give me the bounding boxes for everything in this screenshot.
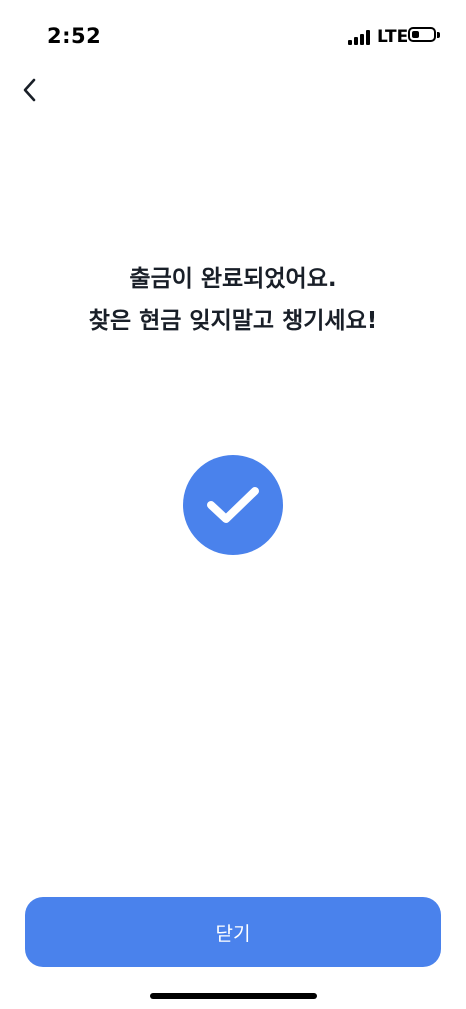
battery-tip — [437, 32, 440, 38]
checkmark-icon — [207, 487, 259, 523]
message-line-2: 찾은 현금 잊지말고 챙기세요! — [88, 308, 378, 334]
home-indicator[interactable] — [150, 993, 317, 999]
chevron-left-icon — [23, 78, 36, 102]
withdrawal-complete-screen: 2:52 LTE 출금이 완료되었어요. 찾은 현금 잊지말고 챙기세요! 닫기 — [0, 0, 466, 1009]
status-time: 2:52 — [47, 24, 102, 48]
success-check-badge — [183, 455, 283, 555]
signal-icon — [348, 30, 374, 45]
completion-message: 출금이 완료되었어요. 찾은 현금 잊지말고 챙기세요! — [0, 258, 466, 342]
battery-icon — [408, 27, 436, 42]
network-type: LTE — [377, 27, 409, 47]
close-button[interactable]: 닫기 — [25, 897, 441, 967]
status-bar: 2:52 LTE — [0, 0, 466, 72]
battery-level — [412, 31, 419, 38]
message-line-1: 출금이 완료되었어요. — [129, 266, 337, 292]
back-button[interactable] — [12, 72, 48, 108]
